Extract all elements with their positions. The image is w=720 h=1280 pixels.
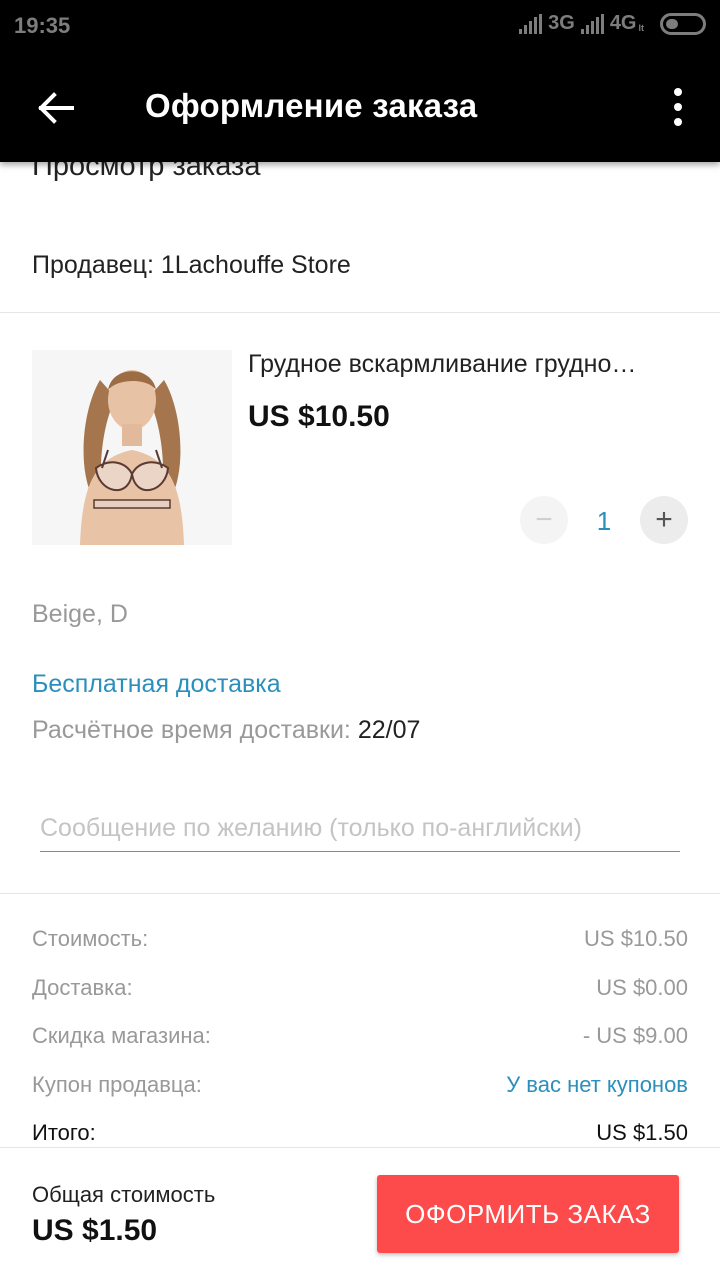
divider — [0, 893, 720, 894]
summary-row-total: Итого: US $1.50 — [32, 1114, 688, 1147]
seller-name[interactable]: Продавец: 1Lachouffe Store — [32, 251, 351, 280]
seller-message-input[interactable] — [40, 806, 680, 852]
checkout-bar: Общая стоимость US $1.50 ОФОРМИТЬ ЗАКАЗ — [0, 1147, 720, 1280]
back-button[interactable] — [30, 82, 82, 134]
total-cost-value: US $1.50 — [32, 1214, 158, 1247]
summary-value: - US $9.00 — [582, 1023, 688, 1048]
network-4g-label: 4G — [609, 12, 637, 34]
summary-row-subtotal: Стоимость: US $10.50 — [32, 920, 688, 969]
place-order-button[interactable]: ОФОРМИТЬ ЗАКАЗ — [377, 1175, 679, 1253]
summary-row-store-discount: Скидка магазина: - US $9.00 — [32, 1017, 688, 1066]
more-vert-icon — [674, 88, 682, 96]
plus-icon: + — [655, 503, 673, 536]
summary-label: Купон продавца: — [32, 1071, 202, 1097]
summary-value: US $1.50 — [596, 1120, 688, 1145]
total-cost-label: Общая стоимость — [32, 1182, 216, 1207]
delivery-estimate: Расчётное время доставки: 22/07 — [32, 716, 420, 745]
summary-label: Стоимость: — [32, 926, 149, 951]
status-icons: 3G 4G lt — [519, 12, 706, 35]
quantity-increase-button[interactable]: + — [640, 496, 688, 544]
network-4g-sub: lt — [638, 22, 645, 33]
product-image[interactable] — [32, 350, 232, 545]
section-title: Просмотр заказа — [32, 162, 261, 182]
summary-label: Скидка магазина: — [32, 1023, 211, 1048]
network-3g-label: 3G — [548, 12, 575, 34]
quantity-value: 1 — [596, 506, 612, 536]
summary-label: Итого: — [32, 1120, 96, 1145]
delivery-estimate-label: Расчётное время доставки: — [32, 716, 351, 744]
minus-icon: − — [535, 503, 553, 536]
summary-row-shipping: Доставка: US $0.00 — [32, 969, 688, 1018]
order-content[interactable]: Просмотр заказа Продавец: 1Lachouffe Sto… — [0, 162, 720, 1147]
page-title: Оформление заказа — [145, 87, 478, 124]
arrow-left-icon — [38, 92, 74, 124]
summary-value: US $10.50 — [584, 926, 688, 951]
divider — [0, 312, 720, 313]
status-time: 19:35 — [14, 13, 71, 38]
summary-label: Доставка: — [32, 974, 133, 1000]
summary-value: US $0.00 — [596, 974, 688, 1000]
seller-coupon-link[interactable]: У вас нет купонов — [506, 1072, 688, 1098]
quantity-decrease-button[interactable]: − — [520, 496, 568, 544]
product-photo-icon — [32, 350, 232, 545]
product-name[interactable]: Грудное вскармливание грудно… — [248, 350, 688, 379]
price-summary: Стоимость: US $10.50 Доставка: US $0.00 … — [32, 920, 688, 1147]
battery-icon — [660, 12, 706, 35]
signal-icon — [519, 13, 543, 34]
more-menu-button[interactable] — [666, 84, 690, 130]
status-bar: 19:35 3G 4G lt — [0, 0, 720, 52]
summary-row-seller-coupon: Купон продавца: У вас нет купонов — [32, 1066, 688, 1115]
shipping-method-link[interactable]: Бесплатная доставка — [32, 670, 281, 699]
product-price: US $10.50 — [248, 400, 390, 433]
app-bar: Оформление заказа — [0, 52, 720, 162]
product-variant: Beige, D — [32, 600, 128, 628]
delivery-estimate-value: 22/07 — [357, 716, 421, 744]
signal-icon-2 — [580, 13, 604, 34]
